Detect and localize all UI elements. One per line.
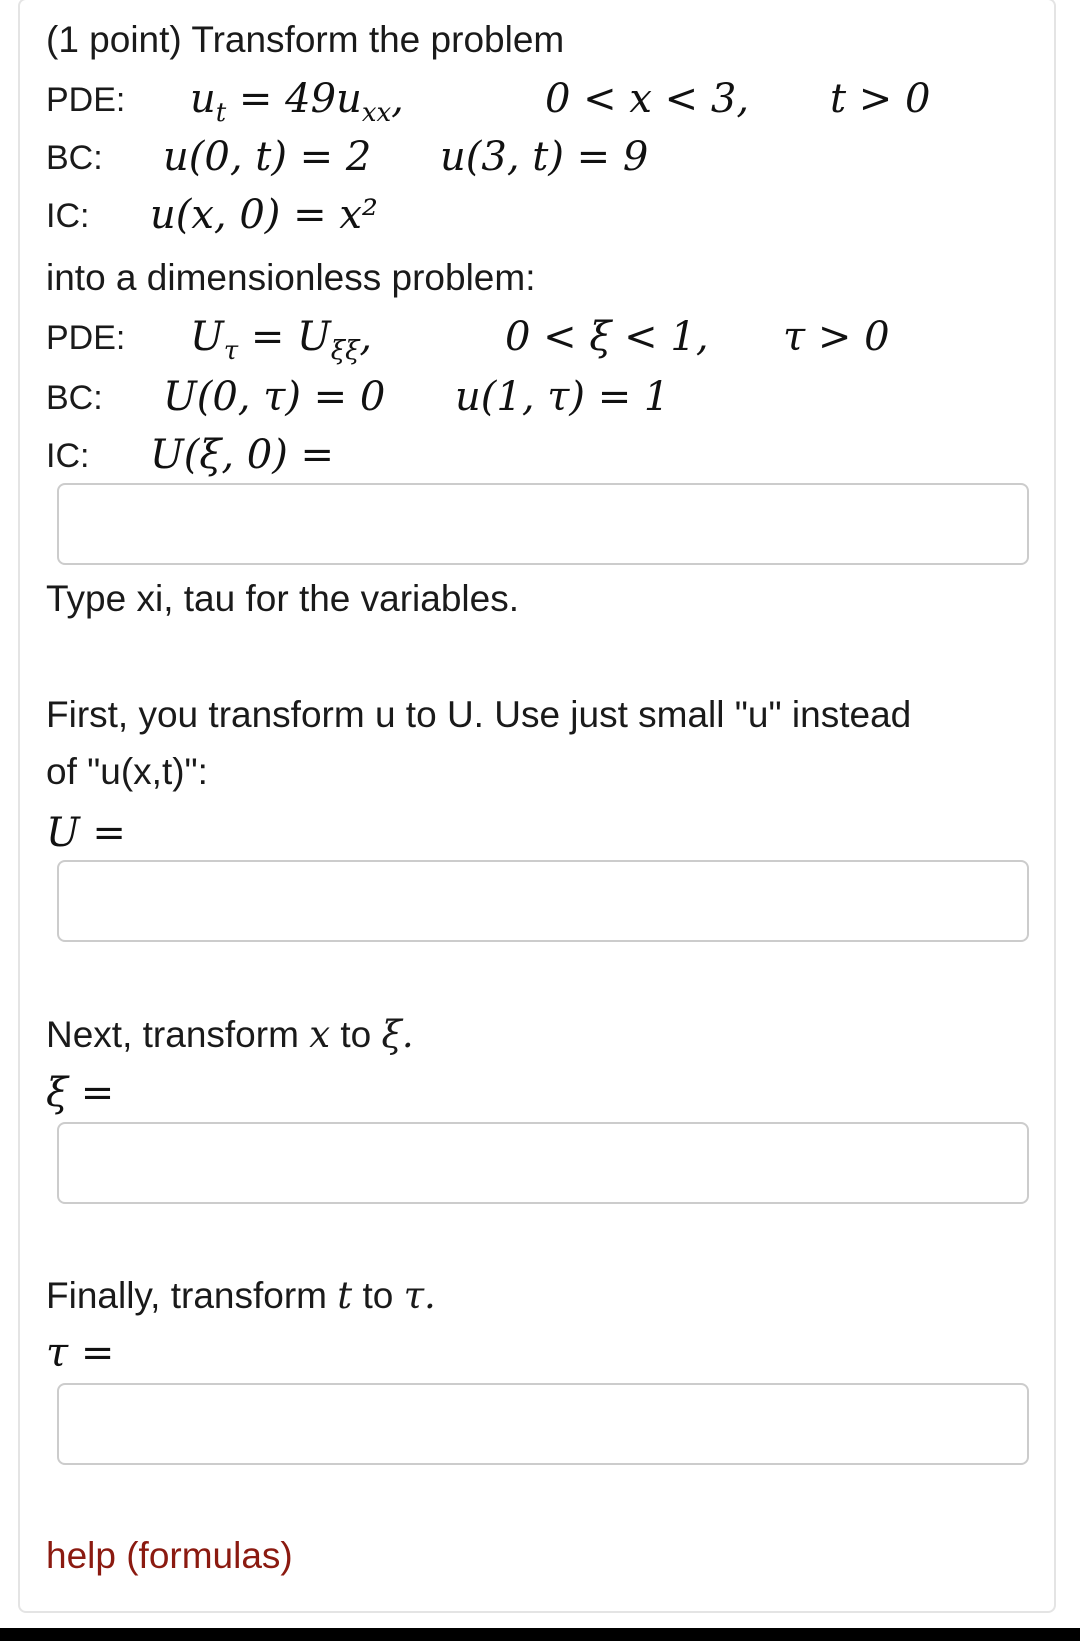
problem-intro: (1 point) Transform the problem	[46, 19, 565, 60]
variables-hint: Type xi, tau for the variables.	[46, 578, 520, 619]
tau-equals-label: τ =	[46, 1330, 115, 1376]
u-equals-label: U =	[46, 810, 126, 856]
u-answer-input[interactable]	[57, 860, 1029, 942]
pde-domain-x: 0 < x < 3,	[545, 76, 750, 122]
bc-left: u(0, t) = 2	[163, 134, 372, 180]
step-x-mid: to	[340, 1014, 372, 1055]
tau-answer-input[interactable]	[57, 1383, 1029, 1465]
dimensionless-domain-tau: τ > 0	[783, 314, 890, 360]
ic-answer-input[interactable]	[57, 483, 1029, 565]
problem-middle-text: into a dimensionless problem:	[46, 257, 536, 298]
dimensionless-ic-label: IC:	[46, 437, 90, 475]
bottom-bar	[0, 1628, 1080, 1641]
bc-right: u(3, t) = 9	[440, 134, 649, 180]
step-x-var: x	[309, 1013, 331, 1056]
dimensionless-bc-label: BC:	[46, 379, 103, 417]
problem-card	[18, 0, 1056, 1613]
ic-equation: u(x, 0) = x²	[150, 192, 378, 238]
dimensionless-bc-right: u(1, τ) = 1	[455, 374, 670, 420]
dimensionless-ic-equation: U(ξ, 0) =	[150, 432, 335, 478]
step-u-instruction-line1: First, you transform u to U. Use just sm…	[46, 694, 912, 735]
step-x-target: ξ.	[381, 1013, 414, 1056]
step-x-instruction: Next, transform x to ξ.	[46, 1010, 414, 1060]
xi-equals-label: ξ =	[46, 1070, 115, 1116]
bc-label: BC:	[46, 139, 103, 177]
step-u-instruction-line2: of "u(x,t)":	[46, 751, 208, 792]
step-t-target: τ.	[403, 1274, 436, 1317]
xi-answer-input[interactable]	[57, 1122, 1029, 1204]
pde-domain-t: t > 0	[830, 76, 931, 122]
dimensionless-pde-label: PDE:	[46, 319, 126, 357]
help-formulas-link[interactable]: help (formulas)	[46, 1531, 293, 1581]
step-t-instruction: Finally, transform t to τ.	[46, 1271, 436, 1321]
step-t-prefix: Finally, transform	[46, 1275, 327, 1316]
step-t-var: t	[337, 1274, 353, 1317]
dimensionless-pde-equation: Uτ = Uξξ,	[190, 314, 373, 366]
pde-label: PDE:	[46, 81, 126, 119]
step-t-mid: to	[362, 1275, 394, 1316]
step-x-prefix: Next, transform	[46, 1014, 299, 1055]
dimensionless-domain-xi: 0 < ξ < 1,	[505, 314, 709, 360]
ic-label: IC:	[46, 197, 90, 235]
dimensionless-bc-left: U(0, τ) = 0	[163, 374, 386, 420]
pde-equation: ut = 49uxx,	[190, 76, 404, 128]
